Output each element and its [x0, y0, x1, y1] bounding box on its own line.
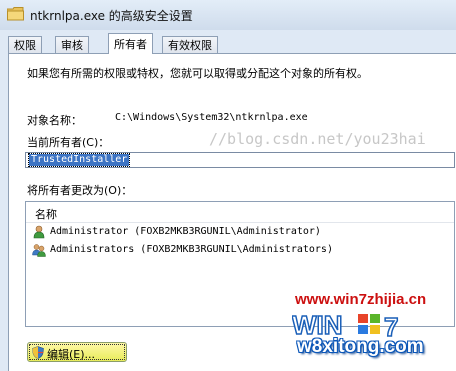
list-item-label: Administrator (FOXB2MKB3RGUNIL\Administr… — [50, 226, 321, 237]
current-owner-field[interactable]: TrustedInstaller — [25, 152, 455, 168]
tab-permissions[interactable]: 权限 — [8, 36, 42, 53]
list-header[interactable]: 名称 — [26, 202, 454, 223]
folder-icon — [7, 7, 24, 21]
shield-icon — [32, 346, 44, 359]
users-icon — [32, 244, 46, 257]
column-name-header: 名称 — [35, 208, 57, 221]
owner-candidates-list[interactable]: 名称 Administrator (FOXB2MKB3RGUNIL\Admini… — [25, 201, 455, 327]
tab-auditing[interactable]: 审核 — [55, 36, 89, 53]
tab-effective-permissions[interactable]: 有效权限 — [162, 36, 218, 53]
watermark-site-win7zhijia: www.win7zhijia.cn — [295, 291, 427, 308]
current-owner-label: 当前所有者(C)： — [27, 136, 110, 149]
window-title: ntkrnlpa.exe 的高级安全设置 — [30, 9, 193, 23]
user-icon — [33, 225, 45, 239]
intro-text: 如果您有所需的权限或特权，您就可以取得或分配这个对象的所有权。 — [27, 67, 368, 80]
watermark-url: //blog.csdn.net/you23hai — [209, 130, 426, 148]
object-name-value: C:\Windows\System32\ntkrnlpa.exe — [115, 112, 308, 123]
edit-button[interactable]: 编辑(E)... — [27, 342, 127, 362]
change-owner-label: 将所有者更改为(O)： — [27, 184, 133, 197]
edit-button-label: 编辑(E)... — [47, 348, 96, 361]
watermark-site-w8xitong: w8xitong.com — [297, 336, 424, 357]
object-name-label: 对象名称： — [27, 114, 82, 127]
tab-owner[interactable]: 所有者 — [108, 33, 153, 54]
current-owner-value: TrustedInstaller — [27, 153, 131, 167]
list-item-label: Administrators (FOXB2MKB3RGUNIL\Administ… — [50, 244, 333, 255]
title-bar: ntkrnlpa.exe 的高级安全设置 — [0, 0, 456, 30]
